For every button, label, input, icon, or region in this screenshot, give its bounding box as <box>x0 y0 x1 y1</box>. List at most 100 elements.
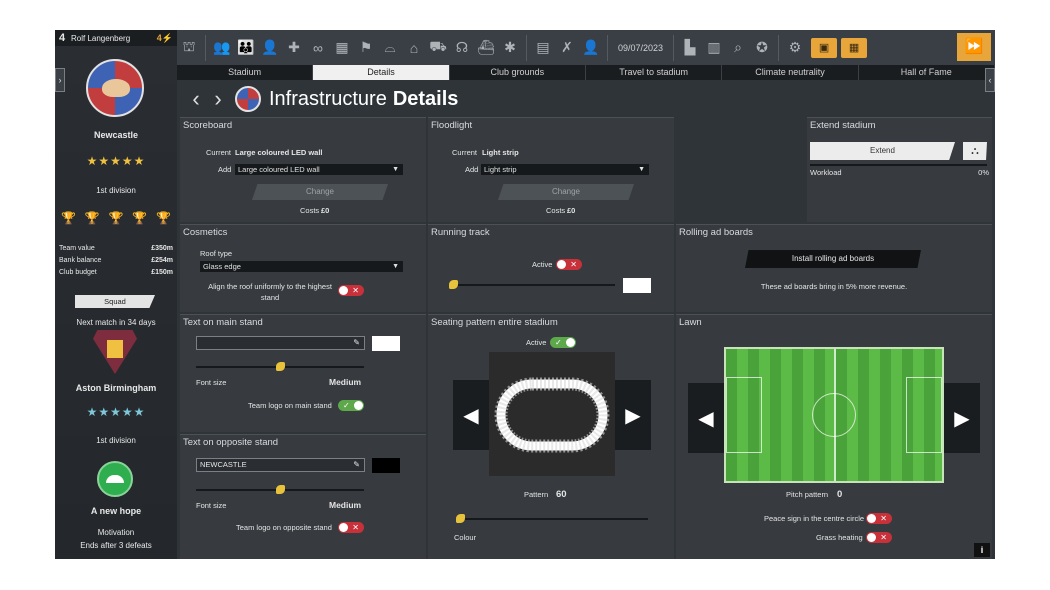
main-stand-colour-swatch[interactable] <box>372 336 400 351</box>
ship-icon[interactable]: ⛴ <box>474 39 498 56</box>
infrastructure-icon[interactable]: ⌂ <box>402 40 426 56</box>
calendar-month-icon[interactable]: ▦ <box>841 37 868 58</box>
opposite-stand-colour-swatch[interactable] <box>372 458 400 473</box>
aston-birmingham-crest[interactable] <box>93 330 137 374</box>
statistics-icon[interactable]: ▙ <box>678 39 702 56</box>
page-title-sub: Details <box>392 87 459 110</box>
right-panel-arrow[interactable]: ‹ <box>985 68 995 92</box>
opponent-division: 1st division <box>96 436 136 445</box>
fast-forward-button[interactable]: ⏩ <box>957 33 991 61</box>
finance-value: £150m <box>151 269 173 276</box>
close-icon: ✕ <box>880 533 887 542</box>
seating-pattern-label: Pattern <box>524 490 549 499</box>
cosmetics-title: Cosmetics <box>183 227 228 238</box>
opposite-stand-text-input[interactable]: NEWCASTLE ✎ <box>196 458 365 472</box>
ad-boards-title: Rolling ad boards <box>679 227 753 238</box>
sidebar-collapse-arrow[interactable]: › <box>55 68 65 92</box>
floodlight-current-label: Current <box>452 148 478 157</box>
opponent-name[interactable]: Aston Birmingham <box>55 383 177 393</box>
lawn-prev-button[interactable]: ◀ <box>688 383 724 453</box>
main-stand-logo-toggle[interactable]: ✓ <box>338 400 364 411</box>
manager-name[interactable]: Rolf Langenberg <box>71 34 157 43</box>
medical-icon[interactable]: ✚ <box>282 39 306 56</box>
close-icon: ✕ <box>352 523 359 532</box>
seating-prev-button[interactable]: ◀ <box>453 380 489 450</box>
scoreboard-panel: Scoreboard Current Large coloured LED wa… <box>180 117 426 222</box>
peace-sign-toggle[interactable]: ✕ <box>866 513 892 524</box>
fans-icon[interactable]: ☊ <box>450 39 474 56</box>
finance-value: £254m <box>151 257 173 264</box>
chart-icon[interactable]: ▥ <box>702 39 726 56</box>
stadium-icon[interactable]: ⌓ <box>378 39 402 56</box>
tab-details[interactable]: Details <box>313 65 450 80</box>
seating-next-button[interactable]: ▶ <box>615 380 651 450</box>
finance-club-budget: Club budget £150m <box>59 269 173 276</box>
club-name[interactable]: Newcastle <box>55 130 177 140</box>
youth-icon[interactable]: ✱ <box>498 39 522 56</box>
main-stand-text-input[interactable]: ✎ <box>196 336 365 350</box>
forward-button[interactable]: › <box>207 86 229 112</box>
floodlight-change-button[interactable]: Change <box>498 184 634 200</box>
opposite-stand-font-slider[interactable] <box>196 485 364 494</box>
opposite-stand-logo-toggle[interactable]: ✕ <box>338 522 364 533</box>
seating-active-toggle[interactable]: ✓ <box>550 337 576 348</box>
player-icon[interactable]: 👤 <box>258 39 282 56</box>
align-roof-toggle[interactable]: ✕ <box>338 285 364 296</box>
close-icon: ✕ <box>570 260 577 269</box>
chevron-right-icon: › <box>58 75 62 85</box>
squad-button[interactable]: Squad <box>75 295 155 308</box>
search-icon[interactable]: ⌕ <box>726 39 750 56</box>
bolt-icon: ⚡ <box>161 32 173 43</box>
training-icon[interactable]: ⚑ <box>354 39 378 56</box>
trophy-icon: 🏆 <box>156 211 171 225</box>
tab-hall-of-fame[interactable]: Hall of Fame <box>859 65 995 80</box>
bus-icon[interactable]: ⛟ <box>426 38 450 57</box>
slider-thumb[interactable] <box>276 362 285 371</box>
stadium-builder-button[interactable]: ⛬ <box>963 142 987 160</box>
floodlight-add-dropdown[interactable]: Light strip <box>481 164 649 175</box>
info-button[interactable]: i <box>974 543 990 557</box>
grass-heating-toggle[interactable]: ✕ <box>866 532 892 543</box>
tactics-icon[interactable]: ✗ <box>555 39 579 56</box>
scoreboard-add-dropdown[interactable]: Large coloured LED wall <box>235 164 403 175</box>
club-division: 1st division <box>96 186 136 195</box>
scouting-icon[interactable]: ∞ <box>306 40 330 56</box>
main-stand-font-slider[interactable] <box>196 362 364 371</box>
tab-stadium[interactable]: Stadium <box>177 65 314 80</box>
slider-thumb[interactable] <box>276 485 285 494</box>
tab-club-grounds[interactable]: Club grounds <box>450 65 586 80</box>
slider-thumb[interactable] <box>449 280 458 289</box>
league-table-icon[interactable]: ▤ <box>531 39 555 56</box>
squad-icon[interactable]: 👪 <box>234 39 258 56</box>
lawn-title: Lawn <box>679 317 702 328</box>
running-track-toggle[interactable]: ✕ <box>556 259 582 270</box>
newcastle-crest[interactable] <box>86 59 144 117</box>
seating-colour-slider[interactable] <box>456 514 648 523</box>
crane-icon: ⛬ <box>971 145 979 157</box>
extend-button[interactable]: Extend <box>810 142 955 160</box>
lawn-next-button[interactable]: ▶ <box>944 383 980 453</box>
running-track-active-label: Active <box>532 260 553 269</box>
running-track-colour-swatch[interactable] <box>623 278 651 293</box>
roof-type-dropdown[interactable]: Glass edge <box>200 261 403 272</box>
calendar-day-icon[interactable]: ▣ <box>811 37 838 58</box>
tab-climate-neutrality[interactable]: Climate neutrality <box>722 65 859 80</box>
finance-label: Bank balance <box>59 257 102 264</box>
tab-travel-to-stadium[interactable]: Travel to stadium <box>586 65 723 80</box>
motivation-label: Motivation <box>97 528 135 537</box>
team-icon[interactable]: 👥 <box>210 39 234 56</box>
cosmetics-panel: Cosmetics Roof type Glass edge Align the… <box>180 224 426 312</box>
close-icon: ✕ <box>880 514 887 523</box>
back-button[interactable]: ‹ <box>185 86 207 112</box>
calendar-icon[interactable]: ▦ <box>330 39 354 56</box>
stadium-menu-icon[interactable]: ⛫ <box>177 38 201 57</box>
medal-icon[interactable]: ✪ <box>750 39 774 56</box>
gear-icon[interactable]: ⚙ <box>783 39 807 56</box>
scoreboard-change-button[interactable]: Change <box>252 184 388 200</box>
manager-icon[interactable]: 👤 <box>579 39 603 56</box>
install-ad-boards-button[interactable]: Install rolling ad boards <box>745 250 921 268</box>
slider-thumb[interactable] <box>456 514 465 523</box>
running-track-colour-slider[interactable] <box>449 280 615 289</box>
toggle-knob <box>566 338 575 347</box>
next-match: Next match in 34 days <box>76 318 156 327</box>
